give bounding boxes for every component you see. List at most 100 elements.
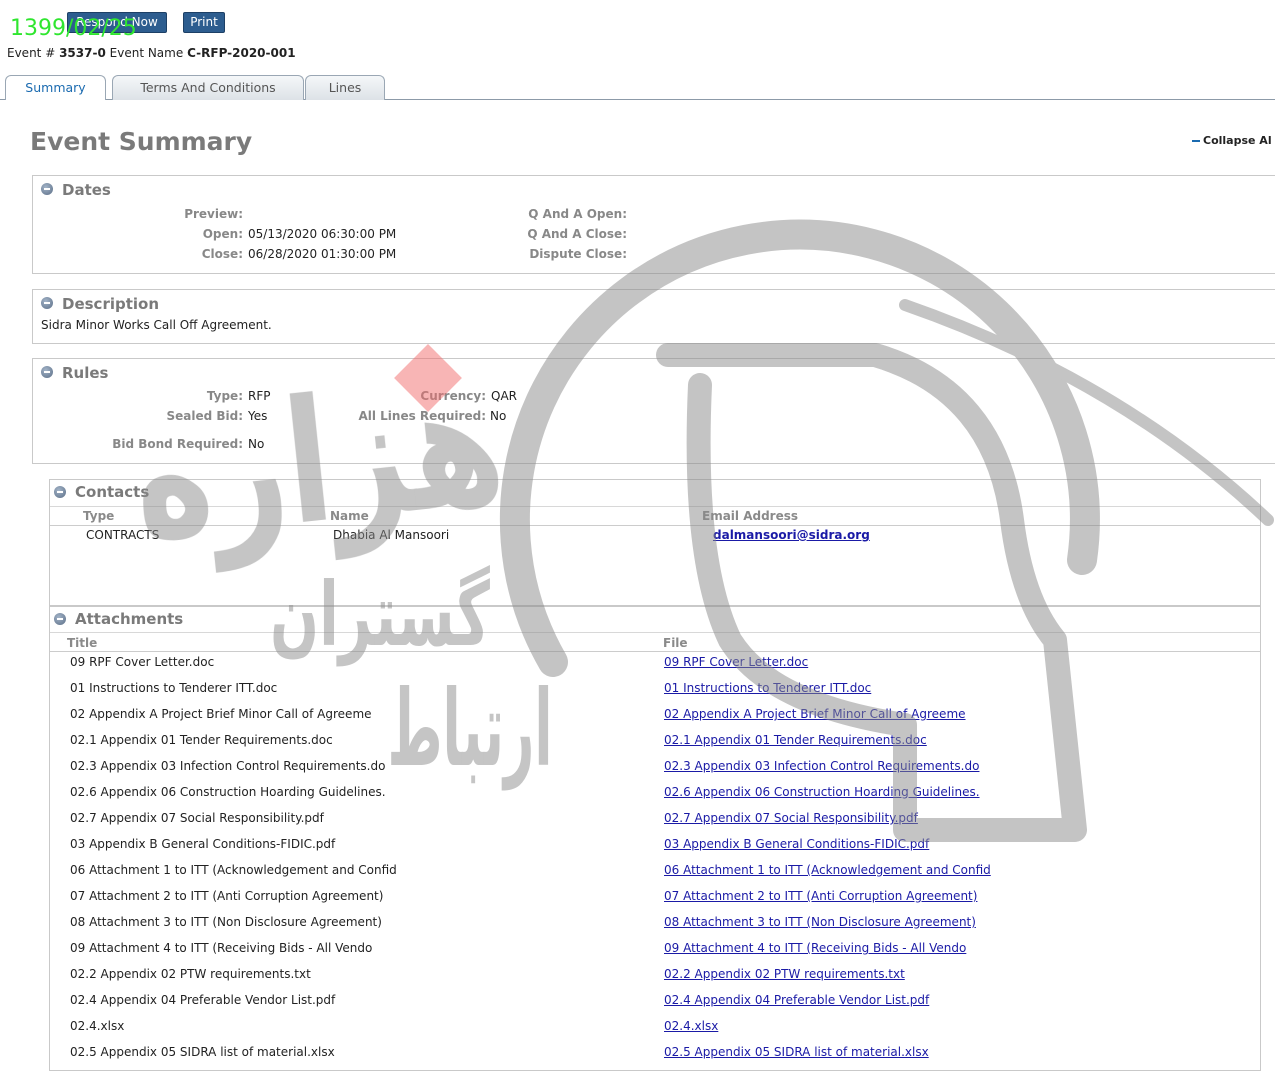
type-value: RFP: [248, 389, 271, 403]
dispute-close-label: Dispute Close:: [529, 247, 627, 261]
attachment-file-link[interactable]: 02.4.xlsx: [664, 1018, 718, 1034]
table-row: 02.4 Appendix 04 Preferable Vendor List.…: [50, 992, 1260, 1008]
attachment-title: 06 Attachment 1 to ITT (Acknowledgement …: [70, 863, 397, 877]
close-label: Close:: [201, 247, 243, 261]
attachments-header-title: Title: [67, 636, 98, 650]
contacts-header-email: Email Address: [702, 509, 799, 523]
attachment-title: 02.5 Appendix 05 SIDRA list of material.…: [70, 1045, 335, 1059]
attachment-title: 02.1 Appendix 01 Tender Requirements.doc: [70, 733, 333, 747]
rules-section: Rules Type: RFP Currency: QAR Sealed Bid…: [32, 358, 1275, 464]
contact-email-link[interactable]: dalmansoori@sidra.org: [713, 527, 870, 543]
type-label: Type:: [206, 389, 243, 403]
attachment-title: 02.4.xlsx: [70, 1019, 125, 1033]
contact-name: Dhabia Al Mansoori: [333, 528, 450, 542]
table-row: 07 Attachment 2 to ITT (Anti Corruption …: [50, 888, 1260, 904]
attachment-file-link[interactable]: 02.5 Appendix 05 SIDRA list of material.…: [664, 1044, 929, 1060]
table-row: 02.5 Appendix 05 SIDRA list of material.…: [50, 1044, 1260, 1060]
all-lines-required-label: All Lines Required:: [358, 409, 486, 423]
table-row: CONTRACTS Dhabia Al Mansoori dalmansoori…: [50, 527, 1260, 543]
divider: [50, 651, 1260, 652]
attachment-file-link[interactable]: 07 Attachment 2 to ITT (Anti Corruption …: [664, 888, 977, 904]
attachment-title: 02 Appendix A Project Brief Minor Call o…: [70, 707, 372, 721]
sealed-bid-label: Sealed Bid:: [166, 409, 243, 423]
currency-value: QAR: [491, 389, 517, 403]
event-name: C-RFP-2020-001: [187, 46, 296, 60]
attachment-title: 02.6 Appendix 06 Construction Hoarding G…: [70, 785, 386, 799]
print-button[interactable]: Print: [183, 12, 225, 33]
description-text: Sidra Minor Works Call Off Agreement.: [41, 318, 272, 332]
bid-bond-required-label: Bid Bond Required:: [112, 437, 243, 451]
minus-circle-icon[interactable]: [54, 486, 66, 498]
table-row: 02.1 Appendix 01 Tender Requirements.doc…: [50, 732, 1260, 748]
rules-title: Rules: [62, 364, 109, 382]
open-label: Open:: [202, 227, 243, 241]
tab-summary[interactable]: Summary: [5, 75, 106, 100]
event-number-label: Event #: [7, 46, 56, 60]
attachments-header-file: File: [663, 636, 688, 650]
collapse-all-link[interactable]: Collapse Al: [1203, 133, 1272, 149]
contact-type: CONTRACTS: [86, 528, 160, 542]
attachment-title: 09 Attachment 4 to ITT (Receiving Bids -…: [70, 941, 373, 955]
attachment-title: 02.2 Appendix 02 PTW requirements.txt: [70, 967, 311, 981]
minus-circle-icon[interactable]: [41, 183, 53, 195]
attachment-file-link[interactable]: 09 Attachment 4 to ITT (Receiving Bids -…: [664, 940, 966, 956]
preview-label: Preview:: [184, 207, 243, 221]
table-row: 08 Attachment 3 to ITT (Non Disclosure A…: [50, 914, 1260, 930]
table-row: 02 Appendix A Project Brief Minor Call o…: [50, 706, 1260, 722]
contacts-header-name: Name: [330, 509, 369, 523]
attachment-file-link[interactable]: 02.7 Appendix 07 Social Responsibility.p…: [664, 810, 918, 826]
attachment-file-link[interactable]: 02.3 Appendix 03 Infection Control Requi…: [664, 758, 979, 774]
attachment-title: 02.3 Appendix 03 Infection Control Requi…: [70, 759, 386, 773]
attachment-file-link[interactable]: 02.2 Appendix 02 PTW requirements.txt: [664, 966, 905, 982]
dates-title: Dates: [62, 181, 111, 199]
contacts-header-type: Type: [83, 509, 115, 523]
qa-open-label: Q And A Open:: [528, 207, 627, 221]
table-row: 02.7 Appendix 07 Social Responsibility.p…: [50, 810, 1260, 826]
date-stamp: 1399/02/25: [10, 16, 137, 41]
attachment-file-link[interactable]: 02.1 Appendix 01 Tender Requirements.doc: [664, 732, 927, 748]
event-number: 3537-0: [59, 46, 106, 60]
event-info: Event # 3537-0 Event Name C-RFP-2020-001: [7, 45, 296, 61]
divider: [50, 632, 1260, 633]
minus-circle-icon[interactable]: [54, 613, 66, 625]
tab-lines[interactable]: Lines: [305, 75, 385, 100]
table-row: 02.3 Appendix 03 Infection Control Requi…: [50, 758, 1260, 774]
event-name-label: Event Name: [109, 46, 184, 60]
attachments-section: Attachments Title File 09 RPF Cover Lett…: [49, 606, 1261, 1071]
collapse-dash-icon[interactable]: [1192, 140, 1200, 142]
attachment-file-link[interactable]: 02.4 Appendix 04 Preferable Vendor List.…: [664, 992, 929, 1008]
attachment-file-link[interactable]: 08 Attachment 3 to ITT (Non Disclosure A…: [664, 914, 976, 930]
table-row: 02.2 Appendix 02 PTW requirements.txt 02.…: [50, 966, 1260, 982]
bid-bond-required-value: No: [248, 437, 265, 451]
attachment-title: 02.4 Appendix 04 Preferable Vendor List.…: [70, 993, 336, 1007]
currency-label: Currency:: [420, 389, 486, 403]
divider: [50, 506, 1260, 507]
table-row: 02.4.xlsx 02.4.xlsx: [50, 1018, 1260, 1034]
attachment-file-link[interactable]: 06 Attachment 1 to ITT (Acknowledgement …: [664, 862, 991, 878]
attachment-file-link[interactable]: 02 Appendix A Project Brief Minor Call o…: [664, 706, 966, 722]
dates-section: Dates Preview: Open: 05/13/2020 06:30:00…: [32, 175, 1275, 274]
tab-terms-and-conditions[interactable]: Terms And Conditions: [112, 75, 304, 100]
divider: [50, 525, 1260, 526]
attachment-title: 09 RPF Cover Letter.doc: [70, 655, 215, 669]
all-lines-required-value: No: [490, 409, 507, 423]
attachment-title: 03 Appendix B General Conditions-FIDIC.p…: [70, 837, 336, 851]
attachment-title: 08 Attachment 3 to ITT (Non Disclosure A…: [70, 915, 382, 929]
attachment-file-link[interactable]: 01 Instructions to Tenderer ITT.doc: [664, 680, 871, 696]
minus-circle-icon[interactable]: [41, 366, 53, 378]
table-row: 09 Attachment 4 to ITT (Receiving Bids -…: [50, 940, 1260, 956]
table-row: 02.6 Appendix 06 Construction Hoarding G…: [50, 784, 1260, 800]
attachment-file-link[interactable]: 02.6 Appendix 06 Construction Hoarding G…: [664, 784, 980, 800]
attachment-file-link[interactable]: 09 RPF Cover Letter.doc: [664, 654, 808, 670]
page-title: Event Summary: [30, 127, 253, 156]
attachment-file-link[interactable]: 03 Appendix B General Conditions-FIDIC.p…: [664, 836, 929, 852]
contacts-section: Contacts Type Name Email Address CONTRAC…: [49, 479, 1261, 606]
attachment-title: 02.7 Appendix 07 Social Responsibility.p…: [70, 811, 324, 825]
qa-close-label: Q And A Close:: [527, 227, 627, 241]
table-row: 09 RPF Cover Letter.doc 09 RPF Cover Lett…: [50, 654, 1260, 670]
attachments-title: Attachments: [75, 610, 184, 628]
table-row: 01 Instructions to Tenderer ITT.doc 01 In…: [50, 680, 1260, 696]
attachment-title: 07 Attachment 2 to ITT (Anti Corruption …: [70, 889, 384, 903]
table-row: 06 Attachment 1 to ITT (Acknowledgement …: [50, 862, 1260, 878]
minus-circle-icon[interactable]: [41, 297, 53, 309]
